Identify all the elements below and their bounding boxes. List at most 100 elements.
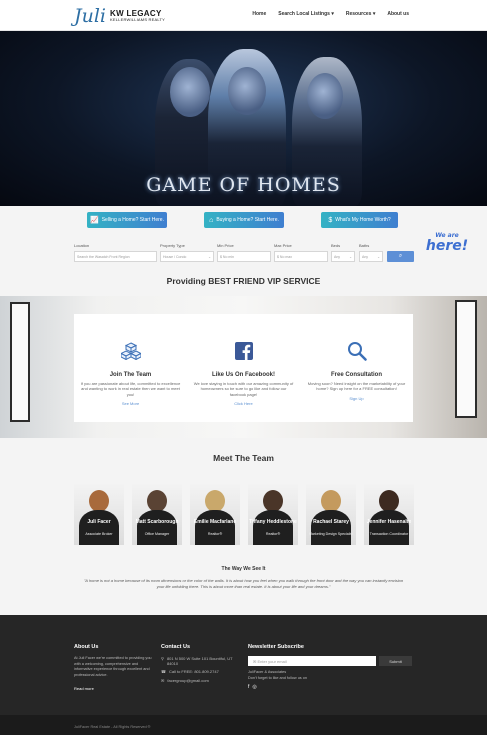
member-photo [205, 490, 225, 512]
copyright-bar: JuliFacer Real Estate - All Rights Reser… [0, 715, 487, 735]
max-price-input[interactable]: $ No max [274, 251, 328, 262]
footer-about: About Us At Juli Facer we're committed t… [74, 644, 152, 692]
search-icon: ⌕ [398, 253, 403, 259]
member-name: Rachael Starey [313, 519, 349, 525]
member-name: Emilie Macfarlane [193, 519, 237, 525]
max-price-label: Max Price [274, 243, 292, 248]
newsletter-email-input[interactable]: ✉ Enter your email [248, 656, 376, 666]
map-pin-icon: ⚲ [161, 656, 164, 661]
listing-search-form: Location Search the Wasatch Front Region… [74, 243, 414, 267]
newsletter-text-2: Don't forget to like and follow us on [248, 676, 307, 680]
footer-contact-title: Contact Us [161, 644, 191, 650]
hero-title: GAME OF HOMES [146, 174, 341, 196]
cta-row: 📈 Selling a Home? Start Here. ⌂ Buying a H… [0, 212, 487, 230]
we-are-here-badge[interactable]: We are here! [425, 233, 469, 259]
join-team-card: Join The Team If you are passionate abou… [74, 314, 187, 422]
card-text: Moving soon? Need insight on the marketa… [307, 381, 406, 392]
contact-phone[interactable]: Call to FREE: 801.809.2747 [169, 669, 219, 674]
team-member-card[interactable]: Juli Facer Associate Broker [74, 484, 124, 545]
main-nav: Home Search Local Listings ▾ Resources ▾… [252, 11, 409, 17]
window-decor [455, 300, 477, 418]
nav-about[interactable]: About us [387, 11, 409, 17]
search-button[interactable]: ⌕ [387, 251, 414, 262]
contact-address: 801 N 500 W Suite 101 Bountiful, UT 8401… [166, 656, 233, 667]
contact-email[interactable]: facergroup@gmail.com [167, 678, 208, 683]
selling-cta-button[interactable]: 📈 Selling a Home? Start Here. [87, 212, 167, 228]
nav-resources[interactable]: Resources ▾ [346, 11, 375, 17]
site-logo[interactable]: Juli KW LEGACY KELLERWILLIAMS REALTY [74, 4, 165, 28]
card-text: If you are passionate about life, commit… [80, 381, 181, 397]
newsletter-text-1: JuliFacer & Associates [248, 670, 287, 674]
property-type-select[interactable]: House / Condo ⌄ [160, 251, 214, 262]
facebook-icon [193, 336, 294, 366]
beds-select[interactable]: Any ⌄ [331, 251, 355, 262]
member-name: Jennifer Hasenalte [366, 519, 412, 525]
instagram-icon[interactable]: ◎ [252, 684, 256, 690]
hero-face-2 [228, 67, 266, 115]
member-role: Marketing Design Specialist [308, 532, 354, 536]
magnifier-icon [306, 336, 407, 366]
home-icon: ⌂ [209, 216, 214, 224]
footer-contact: Contact Us ⚲ 801 N 500 W Suite 101 Bounti… [161, 644, 241, 686]
member-name: Juli Facer [87, 519, 111, 525]
member-name: Tiffany Heddlestone [249, 519, 297, 525]
nav-home[interactable]: Home [252, 11, 266, 17]
see-more-link[interactable]: See More [80, 401, 181, 406]
team-member-card[interactable]: Matt Scarborough Office Manager [132, 484, 182, 545]
facebook-card: Like Us On Facebook! We love staying in … [187, 314, 300, 422]
vip-heading: Providing BEST FRIEND VIP SERVICE [166, 276, 321, 286]
newsletter-submit-button[interactable]: Submit [379, 656, 412, 666]
member-photo [263, 490, 283, 512]
member-role: Associate Broker [85, 532, 113, 536]
card-title: Like Us On Facebook! [211, 372, 275, 378]
member-name: Matt Scarborough [135, 519, 179, 525]
chart-icon: 📈 [90, 217, 99, 224]
chevron-down-icon: ▾ [331, 11, 334, 17]
nav-search-listings[interactable]: Search Local Listings ▾ [278, 11, 334, 17]
location-label: Location [74, 243, 90, 248]
min-price-label: Min Price [217, 243, 234, 248]
member-photo [321, 490, 341, 512]
member-role: Realtor® [265, 532, 281, 536]
member-role: Transaction Coordinator [369, 532, 409, 536]
team-member-card[interactable]: Jennifer Hasenalte Transaction Coordinat… [364, 484, 414, 545]
member-photo [379, 490, 399, 512]
site-footer: About Us At Juli Facer we're committed t… [0, 615, 487, 715]
card-title: Join The Team [109, 372, 152, 378]
read-more-link[interactable]: Read more [74, 686, 152, 692]
quote-text: "A home is not a home because of its roo… [83, 578, 404, 589]
card-title: Free Consultation [330, 372, 382, 378]
beds-label: Beds [331, 243, 341, 248]
newsletter-title: Newsletter Subscribe [248, 644, 304, 650]
hero-face-3 [307, 73, 343, 119]
chevron-down-icon: ⌄ [377, 255, 380, 259]
team-member-card[interactable]: Tiffany Heddlestone Realtor® [248, 484, 298, 545]
team-heading: Meet The Team [213, 453, 274, 463]
phone-icon: ☎ [161, 669, 166, 675]
team-member-card[interactable]: Emilie Macfarlane Realtor® [190, 484, 240, 545]
cubes-icon [80, 336, 181, 366]
team-member-card[interactable]: Rachael Starey Marketing Design Speciali… [306, 484, 356, 545]
click-here-link[interactable]: Click Here [193, 401, 294, 406]
home-worth-cta-button[interactable]: $ What's My Home Worth? [321, 212, 398, 228]
mail-icon: ✉ [161, 677, 165, 683]
footer-about-text: At Juli Facer we're committed to providi… [74, 656, 152, 677]
min-price-input[interactable]: $ No min [217, 251, 271, 262]
chevron-down-icon: ⌄ [208, 255, 211, 259]
sign-up-link[interactable]: Sign Up [306, 396, 407, 401]
facebook-icon[interactable]: f [248, 684, 249, 690]
logo-kw-sub: KELLERWILLIAMS REALTY [110, 17, 165, 22]
buying-cta-button[interactable]: ⌂ Buying a Home? Start Here. [204, 212, 284, 228]
card-text: We love staying in touch with our amazin… [193, 381, 294, 397]
property-type-label: Property Type [160, 243, 185, 248]
copyright-text: JuliFacer Real Estate - All Rights Reser… [74, 725, 151, 729]
location-input[interactable]: Search the Wasatch Front Region [74, 251, 157, 262]
quote-heading: The Way We See It [221, 566, 266, 572]
baths-select[interactable]: Any ⌄ [359, 251, 383, 262]
window-decor [10, 302, 30, 422]
member-photo [89, 490, 109, 512]
chevron-down-icon: ⌄ [349, 255, 352, 259]
footer-newsletter: Newsletter Subscribe ✉ Enter your email … [248, 644, 418, 704]
chevron-down-icon: ▾ [372, 11, 376, 17]
dollar-icon: $ [328, 216, 333, 224]
